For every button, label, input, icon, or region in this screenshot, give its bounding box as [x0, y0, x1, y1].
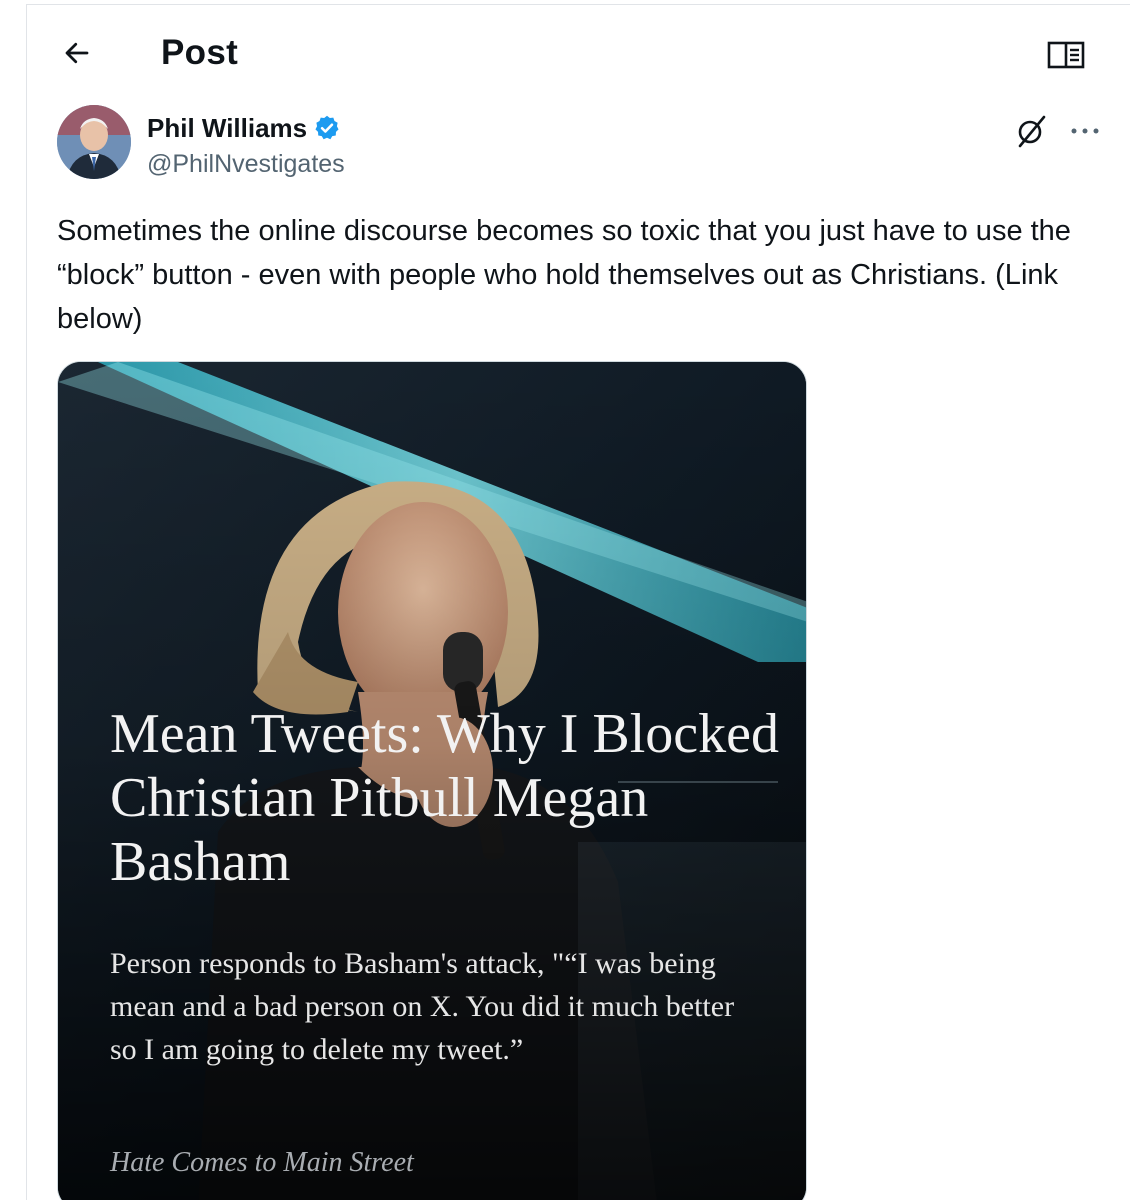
- page-header: Post: [27, 5, 1130, 101]
- link-card[interactable]: Mean Tweets: Why I Blocked Christian Pit…: [57, 361, 807, 1200]
- author-name[interactable]: Phil Williams: [147, 111, 341, 145]
- arrow-left-icon: [65, 42, 89, 64]
- more-icon: [1071, 128, 1099, 134]
- page-title: Post: [161, 33, 239, 72]
- author-name-label: Phil Williams: [147, 113, 308, 143]
- verified-badge-icon: [313, 114, 341, 142]
- back-button[interactable]: [57, 33, 97, 73]
- more-options-button[interactable]: [1065, 111, 1105, 151]
- post-page: Post Phil Williams @PhilNvestigates Some…: [26, 4, 1130, 1200]
- avatar[interactable]: [57, 105, 131, 179]
- post-text: Sometimes the online discourse becomes s…: [57, 215, 1071, 335]
- avatar-photo: [57, 105, 131, 179]
- card-source: Hate Comes to Main Street: [110, 1147, 414, 1178]
- card-subtitle: Person responds to Basham's attack, "“I …: [110, 947, 735, 1066]
- card-headline: Mean Tweets: Why I Blocked Christian Pit…: [110, 703, 779, 893]
- grok-button[interactable]: [1011, 111, 1051, 151]
- reader-mode-icon: [1047, 41, 1085, 69]
- reader-mode-button[interactable]: [1045, 35, 1087, 75]
- author-handle[interactable]: @PhilNvestigates: [147, 147, 345, 181]
- grok-icon: [1018, 115, 1046, 148]
